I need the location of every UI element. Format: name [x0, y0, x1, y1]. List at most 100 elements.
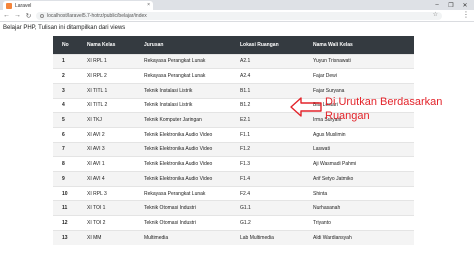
cell-lokasi-ruangan: Lab Multimedia: [231, 229, 304, 245]
url-input[interactable]: localhost/laravel5.7-hotrz/public/belaja…: [36, 12, 442, 20]
cell-no: 11: [53, 200, 78, 216]
header-no: No: [53, 36, 78, 54]
header-nama-wali-kelas: Nama Wali Kelas: [304, 36, 414, 54]
cell-nama-kelas: XI TOI 1: [78, 200, 135, 216]
cell-nama-wali-kelas: Shinta: [304, 185, 414, 201]
cell-no: 6: [53, 126, 78, 143]
table-row: 1 XI RPL 1 Rekayasa Perangkat Lunak A2.1 Yuy…: [53, 53, 414, 69]
window-controls: – ❐ ✕: [430, 0, 472, 10]
forward-arrow-icon[interactable]: →: [13, 11, 22, 20]
table-row: 10 XI RPL 3 Rekayasa Perangkat Lunak F2.4 Sh…: [53, 185, 414, 201]
cell-jurusan: Teknik Elektronika Audio Video: [135, 126, 231, 143]
cell-no: 13: [53, 229, 78, 245]
class-table: No Nama Kelas Jurusan Lokasi Ruangan Nam…: [53, 36, 414, 245]
cell-no: 8: [53, 156, 78, 172]
cell-jurusan: Teknik Elektronika Audio Video: [135, 141, 231, 157]
table-row: 6 XI AVI 2 Teknik Elektronika Audio Video F…: [53, 126, 414, 143]
browser-menu-icon[interactable]: ⋮: [462, 11, 470, 19]
cell-nama-wali-kelas: Aldi Wardiansyah: [304, 229, 414, 245]
cell-no: 5: [53, 112, 78, 128]
cell-lokasi-ruangan: F1.2: [231, 141, 304, 157]
annotation-line-1: Di Urutkan Berdasarkan: [325, 96, 443, 108]
cell-nama-kelas: XI TOI 2: [78, 215, 135, 231]
cell-no: 3: [53, 82, 78, 99]
table-row: 2 XI RPL 2 Rekayasa Perangkat Lunak A2.4 Faj…: [53, 68, 414, 84]
cell-nama-wali-kelas: Agus Muslimin: [304, 126, 414, 143]
cell-lokasi-ruangan: A2.4: [231, 68, 304, 84]
cell-nama-wali-kelas: Aji Wasmadi Pahmi: [304, 156, 414, 172]
cell-lokasi-ruangan: A2.1: [231, 53, 304, 69]
cell-nama-kelas: XI AVI 2: [78, 126, 135, 143]
table-row: 7 XI AVI 3 Teknik Elektronika Audio Video F…: [53, 141, 414, 157]
cell-jurusan: Teknik Elektronika Audio Video: [135, 171, 231, 187]
table-row: 9 XI AVI 4 Teknik Elektronika Audio Video F…: [53, 171, 414, 187]
cell-no: 4: [53, 97, 78, 113]
header-nama-kelas: Nama Kelas: [78, 36, 135, 54]
table-header-row: No Nama Kelas Jurusan Lokasi Ruangan Nam…: [53, 36, 414, 54]
cell-jurusan: Teknik Instalasi Listrik: [135, 82, 231, 99]
cell-no: 7: [53, 141, 78, 157]
annotation-line-2: Ruangan: [325, 110, 370, 122]
table-row: 8 XI AVI 1 Teknik Elektronika Audio Video F…: [53, 156, 414, 172]
cell-no: 10: [53, 185, 78, 201]
cell-nama-kelas: XI AVI 4: [78, 171, 135, 187]
cell-lokasi-ruangan: F2.4: [231, 185, 304, 201]
maximize-button[interactable]: ❐: [444, 0, 458, 10]
table-body: 1 XI RPL 1 Rekayasa Perangkat Lunak A2.1 Yuy…: [53, 53, 414, 245]
cell-jurusan: Rekayasa Perangkat Lunak: [135, 53, 231, 69]
table-row: 12 XI TOI 2 Teknik Otomasi Industri G1.2 Tri…: [53, 215, 414, 231]
cell-nama-wali-kelas: Arif Setyo Jatmiko: [304, 171, 414, 187]
annotation-label: Di Urutkan Berdasarkan Ruangan: [325, 95, 442, 123]
cell-jurusan: Multimedia: [135, 229, 231, 245]
cell-nama-kelas: XI RPL 3: [78, 185, 135, 201]
tab-close-icon[interactable]: ×: [147, 2, 150, 8]
cell-no: 2: [53, 68, 78, 84]
cell-nama-wali-kelas: Fajar Dewi: [304, 68, 414, 84]
cell-nama-kelas: XI AVI 3: [78, 141, 135, 157]
back-arrow-icon[interactable]: ←: [2, 11, 11, 20]
cell-nama-kelas: XI TITL 1: [78, 82, 135, 99]
minimize-button[interactable]: –: [430, 0, 444, 10]
cell-jurusan: Teknik Instalasi Listrik: [135, 97, 231, 113]
cell-jurusan: Rekayasa Perangkat Lunak: [135, 68, 231, 84]
url-text: localhost/laravel5.7-hotrz/public/belaja…: [47, 13, 147, 19]
header-jurusan: Jurusan: [135, 36, 231, 54]
cell-nama-kelas: XI RPL 2: [78, 68, 135, 84]
cell-lokasi-ruangan: F1.4: [231, 171, 304, 187]
cell-lokasi-ruangan: F1.1: [231, 126, 304, 143]
cell-jurusan: Teknik Komputer Jaringan: [135, 112, 231, 128]
cell-jurusan: Teknik Otomasi Industri: [135, 215, 231, 231]
address-bar: ← → ↻ localhost/laravel5.7-hotrz/public/…: [0, 10, 474, 22]
laravel-favicon-icon: [6, 2, 12, 9]
cell-jurusan: Teknik Elektronika Audio Video: [135, 156, 231, 172]
cell-nama-kelas: XI MM: [78, 229, 135, 245]
browser-tab[interactable]: Laravel ×: [3, 1, 153, 10]
cell-jurusan: Teknik Otomasi Industri: [135, 200, 231, 216]
tab-title: Laravel: [15, 2, 32, 9]
cell-nama-kelas: XI TITL 2: [78, 97, 135, 113]
left-arrow-icon: [290, 97, 322, 117]
cell-nama-wali-kelas: Nurhasanah: [304, 200, 414, 216]
close-window-button[interactable]: ✕: [458, 0, 472, 10]
info-icon[interactable]: [40, 14, 44, 18]
cell-lokasi-ruangan: G1.1: [231, 200, 304, 216]
bookmark-star-icon[interactable]: ☆: [433, 11, 438, 18]
cell-no: 9: [53, 171, 78, 187]
cell-no: 12: [53, 215, 78, 231]
intro-text: Belajar PHP, Tulisan ini ditampilkan dar…: [3, 25, 126, 31]
header-lokasi-ruangan: Lokasi Ruangan: [231, 36, 304, 54]
cell-no: 1: [53, 53, 78, 69]
table-row: 13 XI MM Multimedia Lab Multimedia Aldi Ward…: [53, 229, 414, 245]
reload-icon[interactable]: ↻: [24, 11, 33, 20]
cell-jurusan: Rekayasa Perangkat Lunak: [135, 185, 231, 201]
table-row: 11 XI TOI 1 Teknik Otomasi Industri G1.1 Nur…: [53, 200, 414, 216]
cell-nama-kelas: XI TKJ: [78, 112, 135, 128]
cell-nama-wali-kelas: Triyanto: [304, 215, 414, 231]
cell-nama-kelas: XI RPL 1: [78, 53, 135, 69]
cell-nama-wali-kelas: Laswati: [304, 141, 414, 157]
cell-lokasi-ruangan: B1.1: [231, 82, 304, 99]
cell-nama-kelas: XI AVI 1: [78, 156, 135, 172]
tab-bar: Laravel × – ❐ ✕: [0, 0, 474, 10]
cell-lokasi-ruangan: G1.2: [231, 215, 304, 231]
cell-nama-wali-kelas: Yuyun Trisnawati: [304, 53, 414, 69]
